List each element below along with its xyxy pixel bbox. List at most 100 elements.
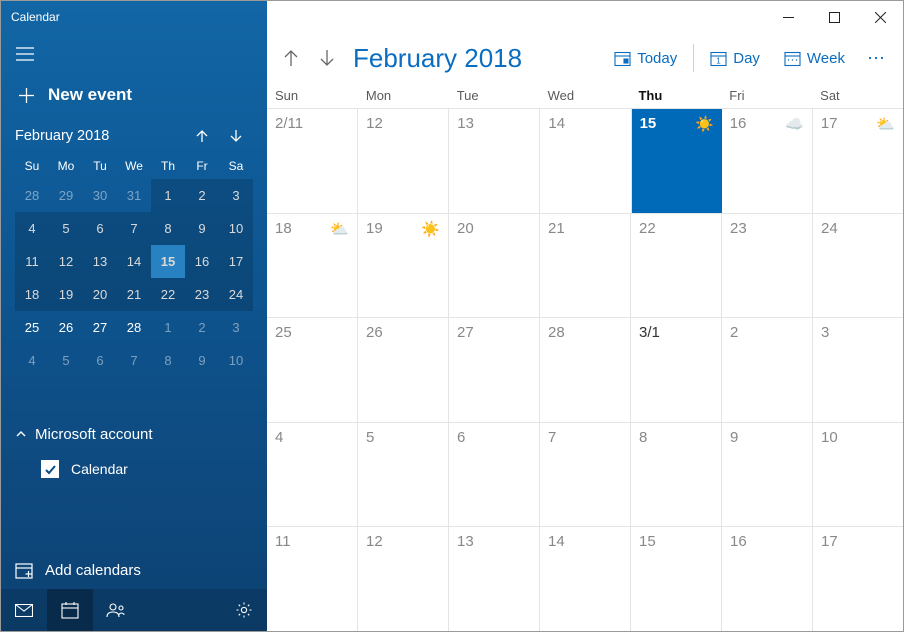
mini-day[interactable]: 8	[151, 344, 185, 377]
mini-day[interactable]: 2	[185, 179, 219, 212]
day-cell[interactable]: 5	[358, 423, 449, 527]
mini-day[interactable]: 25	[15, 311, 49, 344]
mini-day[interactable]: 13	[83, 245, 117, 278]
day-cell[interactable]: 4	[267, 423, 358, 527]
settings-button[interactable]	[221, 589, 267, 631]
day-cell[interactable]: 18⛅	[267, 214, 358, 318]
day-cell[interactable]: 6	[449, 423, 540, 527]
mini-day[interactable]: 1	[151, 311, 185, 344]
day-cell[interactable]: 15	[631, 527, 722, 631]
mini-day[interactable]: 22	[151, 278, 185, 311]
more-button[interactable]: ⋯	[857, 38, 897, 78]
mini-day[interactable]: 21	[117, 278, 151, 311]
day-cell[interactable]: 14	[540, 527, 631, 631]
mini-day[interactable]: 16	[185, 245, 219, 278]
day-cell[interactable]: 16☁️	[722, 109, 813, 213]
mini-day[interactable]: 30	[83, 179, 117, 212]
mini-day[interactable]: 2	[185, 311, 219, 344]
calendar-button[interactable]	[47, 589, 93, 631]
mini-day[interactable]: 3	[219, 179, 253, 212]
mini-day[interactable]: 6	[83, 212, 117, 245]
mini-day[interactable]: 14	[117, 245, 151, 278]
day-cell[interactable]: 17⛅	[813, 109, 903, 213]
day-cell[interactable]: 11	[267, 527, 358, 631]
mini-day[interactable]: 7	[117, 344, 151, 377]
hamburger-button[interactable]	[1, 33, 49, 75]
maximize-button[interactable]	[811, 1, 857, 33]
mini-day[interactable]: 10	[219, 212, 253, 245]
day-cell[interactable]: 12	[358, 527, 449, 631]
day-cell[interactable]: 19☀️	[358, 214, 449, 318]
day-cell[interactable]: 8	[631, 423, 722, 527]
mini-day[interactable]: 23	[185, 278, 219, 311]
day-cell[interactable]: 2/11	[267, 109, 358, 213]
day-view-button[interactable]: 1 Day	[698, 38, 772, 78]
mini-prev-button[interactable]	[185, 119, 219, 153]
mini-day[interactable]: 31	[117, 179, 151, 212]
day-cell[interactable]: 21	[540, 214, 631, 318]
mini-day[interactable]: 26	[49, 311, 83, 344]
mini-day[interactable]: 10	[219, 344, 253, 377]
mini-day[interactable]: 12	[49, 245, 83, 278]
calendar-checkbox-row[interactable]: Calendar	[15, 451, 253, 487]
day-cell[interactable]: 17	[813, 527, 903, 631]
day-cell[interactable]: 28	[540, 318, 631, 422]
mini-day[interactable]: 1	[151, 179, 185, 212]
mini-day[interactable]: 9	[185, 212, 219, 245]
mini-day[interactable]: 15	[151, 245, 185, 278]
day-cell[interactable]: 13	[449, 109, 540, 213]
mini-day[interactable]: 11	[15, 245, 49, 278]
mini-day[interactable]: 5	[49, 212, 83, 245]
day-cell[interactable]: 26	[358, 318, 449, 422]
mini-day[interactable]: 4	[15, 344, 49, 377]
day-cell[interactable]: 13	[449, 527, 540, 631]
day-cell[interactable]: 24	[813, 214, 903, 318]
day-cell[interactable]: 22	[631, 214, 722, 318]
day-cell[interactable]: 25	[267, 318, 358, 422]
mini-day[interactable]: 5	[49, 344, 83, 377]
prev-button[interactable]	[273, 40, 309, 76]
day-cell[interactable]: 15☀️	[632, 109, 722, 213]
day-cell[interactable]: 16	[722, 527, 813, 631]
mini-next-button[interactable]	[219, 119, 253, 153]
mini-day[interactable]: 20	[83, 278, 117, 311]
mini-calendar-title[interactable]: February 2018	[15, 128, 185, 144]
mini-day[interactable]: 4	[15, 212, 49, 245]
mini-day[interactable]: 19	[49, 278, 83, 311]
mini-day[interactable]: 3	[219, 311, 253, 344]
mini-day[interactable]: 8	[151, 212, 185, 245]
day-cell[interactable]: 12	[358, 109, 449, 213]
day-cell[interactable]: 3	[813, 318, 903, 422]
minimize-button[interactable]	[765, 1, 811, 33]
day-cell[interactable]: 20	[449, 214, 540, 318]
mini-day[interactable]: 28	[15, 179, 49, 212]
close-button[interactable]	[857, 1, 903, 33]
mini-day[interactable]: 9	[185, 344, 219, 377]
people-button[interactable]	[93, 589, 139, 631]
add-calendars-button[interactable]: Add calendars	[1, 551, 267, 589]
mini-day[interactable]: 18	[15, 278, 49, 311]
sun-icon: ☀️	[421, 220, 440, 238]
mini-day[interactable]: 6	[83, 344, 117, 377]
today-button[interactable]: Today	[602, 38, 689, 78]
month-label[interactable]: February 2018	[353, 43, 602, 74]
day-cell[interactable]: 27	[449, 318, 540, 422]
mini-day[interactable]: 29	[49, 179, 83, 212]
day-cell[interactable]: 3/1	[631, 318, 722, 422]
next-button[interactable]	[309, 40, 345, 76]
week-view-button[interactable]: Week	[772, 38, 857, 78]
mail-button[interactable]	[1, 589, 47, 631]
mini-day[interactable]: 27	[83, 311, 117, 344]
day-cell[interactable]: 9	[722, 423, 813, 527]
mini-day[interactable]: 24	[219, 278, 253, 311]
day-cell[interactable]: 2	[722, 318, 813, 422]
day-cell[interactable]: 7	[540, 423, 631, 527]
day-cell[interactable]: 10	[813, 423, 903, 527]
day-cell[interactable]: 23	[722, 214, 813, 318]
day-cell[interactable]: 14	[540, 109, 631, 213]
account-toggle[interactable]: Microsoft account	[15, 417, 253, 451]
new-event-button[interactable]: New event	[1, 75, 267, 119]
mini-day[interactable]: 28	[117, 311, 151, 344]
mini-day[interactable]: 17	[219, 245, 253, 278]
mini-day[interactable]: 7	[117, 212, 151, 245]
